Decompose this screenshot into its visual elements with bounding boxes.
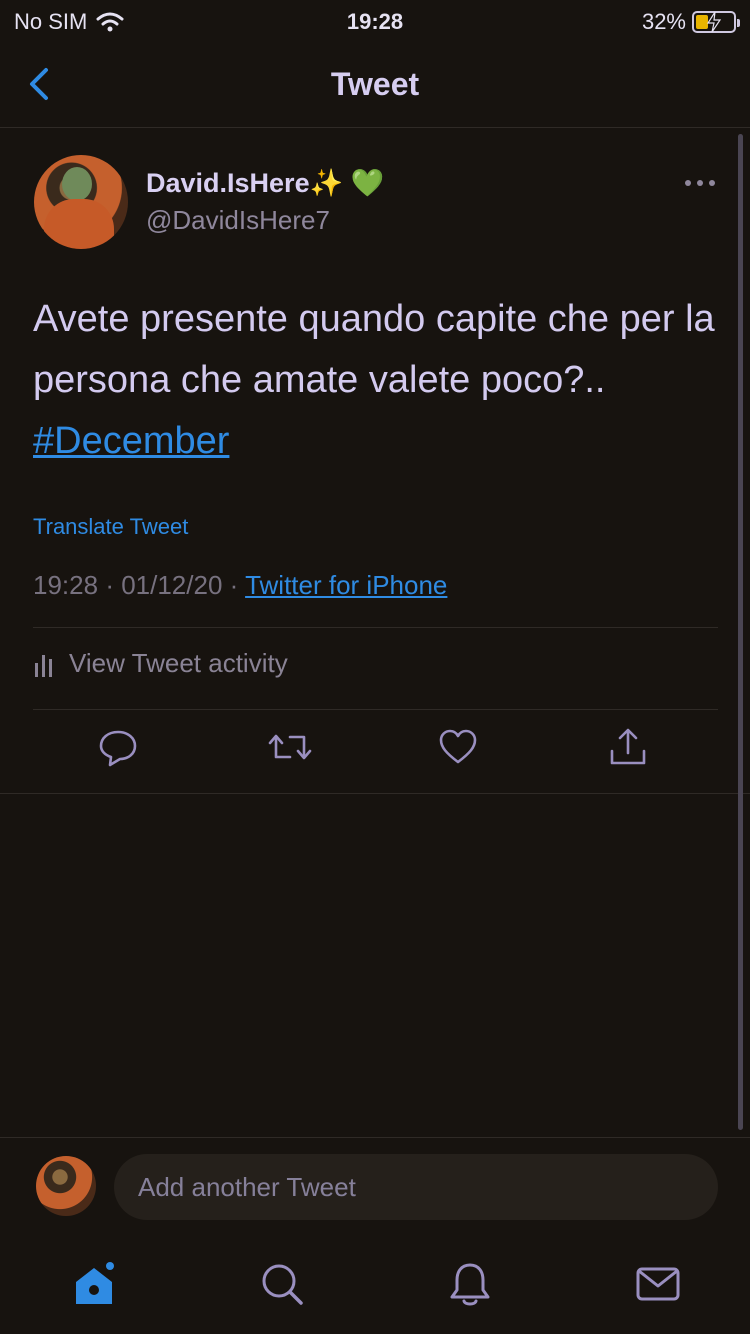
avatar-body	[44, 199, 114, 249]
add-tweet-input[interactable]	[114, 1154, 718, 1220]
charging-bolt-icon	[706, 12, 722, 32]
status-right: 32%	[641, 9, 740, 35]
view-tweet-activity[interactable]: View Tweet activity	[33, 648, 288, 679]
hashtag-link[interactable]: #December	[33, 420, 229, 462]
avatar-head	[62, 167, 92, 201]
tweet-action-bar	[0, 727, 750, 775]
analytics-icon	[35, 654, 52, 677]
display-name[interactable]: David.IsHere✨ 💚	[146, 167, 384, 199]
activity-label: View Tweet activity	[69, 648, 288, 678]
name-emojis: ✨ 💚	[309, 168, 385, 198]
meta-separator: ·	[229, 570, 246, 600]
scrollbar[interactable]	[738, 134, 743, 1130]
tweet-detail: David.IsHere✨ 💚 @DavidIsHere7 Avete pres…	[0, 129, 750, 794]
home-icon[interactable]	[70, 1260, 118, 1308]
tab-bar	[0, 1240, 750, 1334]
page-title: Tweet	[330, 66, 420, 102]
tweet-date: 01/12/20	[121, 570, 223, 600]
divider	[33, 627, 718, 628]
tweet-text: Avete presente quando capite che per la …	[33, 289, 723, 472]
retweet-icon[interactable]	[268, 727, 312, 767]
tweet-source-link[interactable]: Twitter for iPhone	[245, 570, 447, 600]
battery-percent: 32%	[641, 9, 686, 34]
display-name-text: David.IsHere	[146, 168, 310, 198]
bell-icon[interactable]	[446, 1260, 494, 1308]
nav-bar: Tweet	[0, 42, 750, 128]
battery-tip	[737, 19, 740, 27]
app-screen: No SIM 19:28 32% Tweet David.IsHere✨ 💚 @…	[0, 0, 750, 1334]
translate-tweet-link[interactable]: Translate Tweet	[33, 514, 188, 540]
mail-icon[interactable]	[634, 1260, 682, 1308]
reply-avatar	[36, 1156, 96, 1216]
tweet-meta: 19:28 · 01/12/20 · Twitter for iPhone	[33, 570, 447, 601]
avatar[interactable]	[34, 155, 128, 249]
tweet-time: 19:28	[33, 570, 99, 600]
heart-icon[interactable]	[438, 727, 478, 767]
status-time: 19:28	[346, 9, 404, 34]
meta-separator: ·	[105, 570, 122, 600]
tweet-body: Avete presente quando capite che per la …	[33, 298, 715, 401]
more-options-icon[interactable]	[684, 175, 716, 191]
search-icon[interactable]	[258, 1260, 306, 1308]
status-bar: No SIM 19:28 32%	[0, 0, 750, 42]
share-icon[interactable]	[608, 727, 648, 767]
reply-bar	[0, 1137, 750, 1237]
divider	[33, 709, 718, 710]
user-handle[interactable]: @DavidIsHere7	[146, 205, 330, 236]
reply-icon[interactable]	[98, 727, 138, 767]
battery-icon	[692, 11, 740, 33]
